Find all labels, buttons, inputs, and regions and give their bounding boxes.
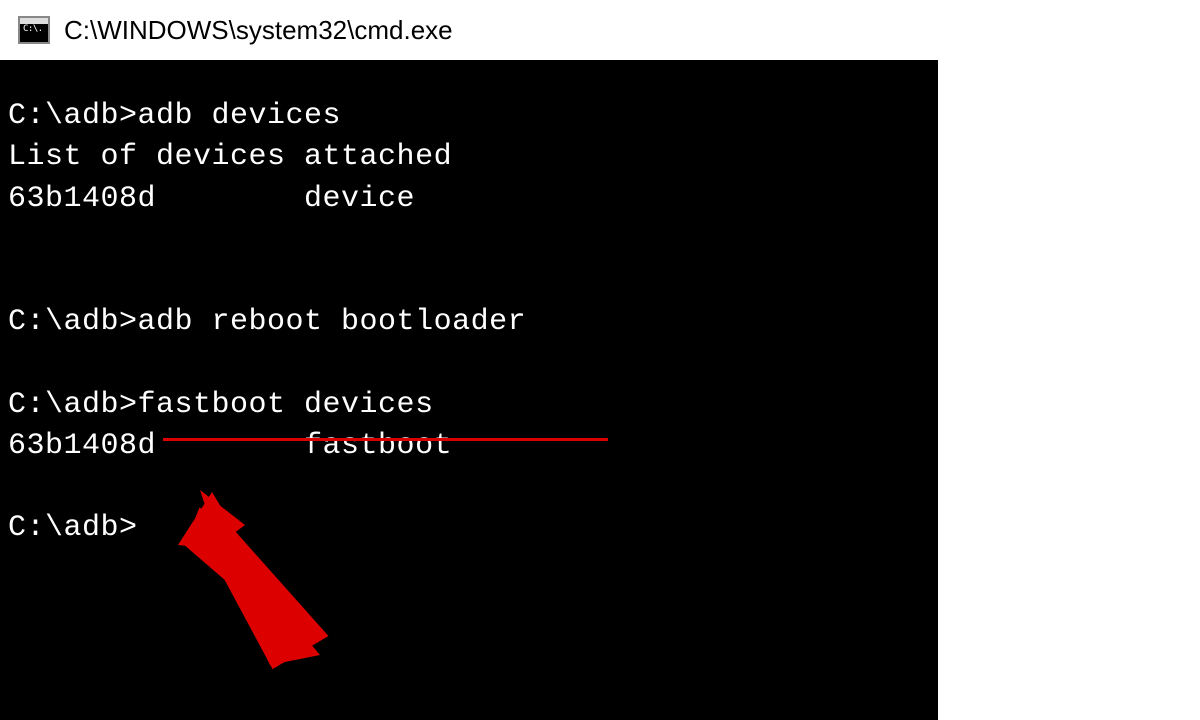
window-titlebar: C:\. C:\WINDOWS\system32\cmd.exe — [0, 0, 1200, 60]
window-title: C:\WINDOWS\system32\cmd.exe — [64, 15, 453, 46]
terminal-blank — [8, 220, 938, 261]
annotation-underline — [163, 438, 608, 441]
terminal-line: C:\adb>adb devices — [8, 96, 938, 137]
terminal-line: List of devices attached — [8, 137, 938, 178]
cmd-icon-glyph: C:\. — [23, 24, 43, 34]
terminal-blank — [8, 467, 938, 508]
cmd-icon: C:\. — [18, 16, 50, 44]
terminal-output[interactable]: C:\adb>adb devices List of devices attac… — [0, 60, 938, 720]
terminal-line: 63b1408d device — [8, 179, 938, 220]
terminal-line: C:\adb>adb reboot bootloader — [8, 302, 938, 343]
terminal-blank — [8, 344, 938, 385]
terminal-line: C:\adb> — [8, 508, 938, 549]
terminal-line: 63b1408d fastboot — [8, 426, 938, 467]
terminal-line: C:\adb>fastboot devices — [8, 385, 938, 426]
terminal-blank — [8, 261, 938, 302]
